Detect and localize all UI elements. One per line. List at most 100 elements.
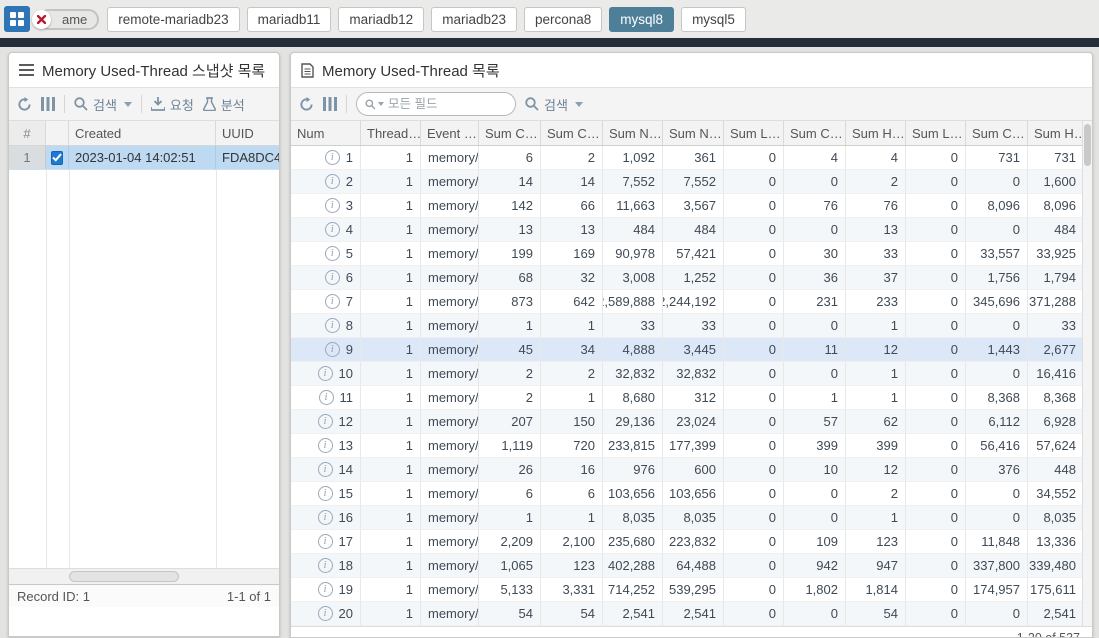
tab-mariadb12[interactable]: mariadb12 (338, 7, 424, 32)
row-checkbox[interactable] (51, 151, 63, 165)
info-icon[interactable]: i (318, 582, 333, 597)
info-icon[interactable]: i (318, 438, 333, 453)
table-row[interactable]: i101memory/…2232,83232,8320010016,416 (291, 362, 1092, 386)
table-row[interactable]: i141memory/…2616976600010120376448 (291, 458, 1092, 482)
cell: 2 (846, 482, 906, 506)
info-icon[interactable]: i (318, 486, 333, 501)
info-icon[interactable]: i (325, 174, 340, 189)
search-dropdown-button[interactable]: 검색 (525, 95, 583, 114)
cell: i16 (291, 506, 361, 530)
col-header-created[interactable]: Created (69, 121, 216, 145)
info-icon[interactable]: i (325, 342, 340, 357)
cell: 2,244,192 (663, 290, 724, 314)
table-row[interactable]: i181memory/…1,065123402,28864,4880942947… (291, 554, 1092, 578)
analyze-button[interactable]: 분석 (203, 95, 245, 114)
table-row[interactable]: i71memory/…8736422,589,8882,244,19202312… (291, 290, 1092, 314)
col-header-12[interactable]: Sum H… (1028, 121, 1084, 145)
col-header-0[interactable]: Num (291, 121, 361, 145)
info-icon[interactable]: i (325, 294, 340, 309)
info-icon[interactable]: i (318, 558, 333, 573)
info-icon[interactable]: i (325, 318, 340, 333)
table-row[interactable]: i41memory/…1313484484001300484 (291, 218, 1092, 242)
table-row[interactable]: i51memory/…19916990,97857,42103033033,55… (291, 242, 1092, 266)
cell: 0 (906, 386, 966, 410)
info-icon[interactable]: i (318, 366, 333, 381)
horizontal-scrollbar[interactable] (9, 568, 279, 584)
refresh-button[interactable] (17, 97, 32, 112)
table-row[interactable]: i21memory/…14147,5527,552002001,600 (291, 170, 1092, 194)
info-icon[interactable]: i (325, 222, 340, 237)
col-header-4[interactable]: Sum C… (541, 121, 603, 145)
cell: memory/… (421, 266, 479, 290)
tab-percona8[interactable]: percona8 (524, 7, 602, 32)
col-header-8[interactable]: Sum C… (784, 121, 846, 145)
col-header-9[interactable]: Sum H… (846, 121, 906, 145)
col-header-index[interactable]: # (9, 121, 46, 145)
apps-grid-button[interactable] (4, 6, 30, 32)
table-row[interactable]: i111memory/…218,68031201108,3688,368 (291, 386, 1092, 410)
table-row[interactable]: i121memory/…20715029,13623,0240576206,11… (291, 410, 1092, 434)
tab-mariadb11[interactable]: mariadb11 (247, 7, 332, 32)
vertical-scrollbar[interactable] (1082, 121, 1092, 626)
col-header-11[interactable]: Sum C… (966, 121, 1028, 145)
table-row[interactable]: i91memory/…45344,8883,4450111201,4432,67… (291, 338, 1092, 362)
col-header-10[interactable]: Sum L… (906, 121, 966, 145)
cell: 57 (784, 410, 846, 434)
snapshot-row-selected[interactable]: 1 2023-01-04 14:02:51 FDA8DC46 (9, 146, 279, 170)
table-row[interactable]: i61memory/…68323,0081,2520363701,7561,79… (291, 266, 1092, 290)
cell: 731 (966, 146, 1028, 170)
columns-button[interactable] (323, 97, 337, 111)
cell: i6 (291, 266, 361, 290)
col-header-uuid[interactable]: UUID (216, 121, 279, 145)
search-dropdown-button[interactable]: 검색 (74, 95, 132, 114)
table-row[interactable]: i81memory/…1133330010033 (291, 314, 1092, 338)
row-number: 3 (346, 198, 353, 213)
info-icon[interactable]: i (318, 606, 333, 621)
cell: 1 (361, 554, 421, 578)
field-search-box[interactable] (356, 92, 516, 116)
all-fields-search-input[interactable] (388, 97, 507, 111)
cell: 0 (966, 314, 1028, 338)
vertical-scrollbar-thumb[interactable] (1084, 124, 1091, 166)
cell: 150 (541, 410, 603, 434)
col-header-checkbox[interactable] (46, 121, 69, 145)
table-row[interactable]: i191memory/…5,1333,331714,252539,29501,8… (291, 578, 1092, 602)
col-header-1[interactable]: Thread… (361, 121, 421, 145)
col-header-6[interactable]: Sum N… (663, 121, 724, 145)
request-button[interactable]: 요청 (151, 95, 194, 114)
refresh-button[interactable] (299, 97, 314, 112)
table-row[interactable]: i171memory/…2,2092,100235,680223,8320109… (291, 530, 1092, 554)
info-icon[interactable]: i (318, 534, 333, 549)
table-row[interactable]: i161memory/…118,0358,035001008,035 (291, 506, 1092, 530)
table-row[interactable]: i131memory/…1,119720233,815177,399039939… (291, 434, 1092, 458)
table-row[interactable]: i31memory/…1426611,6633,5670767608,0968,… (291, 194, 1092, 218)
tab-mysql5[interactable]: mysql5 (681, 7, 746, 32)
info-icon[interactable]: i (325, 270, 340, 285)
cell: memory/… (421, 290, 479, 314)
info-icon[interactable]: i (325, 150, 340, 165)
cell: 11,848 (966, 530, 1028, 554)
info-icon[interactable]: i (318, 462, 333, 477)
col-header-3[interactable]: Sum C… (479, 121, 541, 145)
filter-tag-pill[interactable]: ame (38, 9, 99, 30)
info-icon[interactable]: i (319, 390, 334, 405)
tab-mysql8[interactable]: mysql8 (609, 7, 674, 32)
horizontal-scrollbar-thumb[interactable] (69, 571, 179, 582)
tab-remote-mariadb23[interactable]: remote-mariadb23 (107, 7, 239, 32)
cell: 0 (966, 170, 1028, 194)
table-row[interactable]: i201memory/…54542,5412,5410054002,541 (291, 602, 1092, 626)
tab-mariadb23[interactable]: mariadb23 (431, 7, 517, 32)
columns-button[interactable] (41, 97, 55, 111)
info-icon[interactable]: i (325, 198, 340, 213)
info-icon[interactable]: i (318, 414, 333, 429)
table-row[interactable]: i151memory/…66103,656103,6560020034,552 (291, 482, 1092, 506)
table-row[interactable]: i11memory/…621,0923610440731731 (291, 146, 1092, 170)
info-icon[interactable]: i (318, 510, 333, 525)
col-header-2[interactable]: Event … (421, 121, 479, 145)
row-number: 1 (346, 150, 353, 165)
cell: 0 (724, 314, 784, 338)
col-header-5[interactable]: Sum N… (603, 121, 663, 145)
info-icon[interactable]: i (325, 246, 340, 261)
remove-tag-icon[interactable] (32, 10, 51, 29)
col-header-7[interactable]: Sum L… (724, 121, 784, 145)
